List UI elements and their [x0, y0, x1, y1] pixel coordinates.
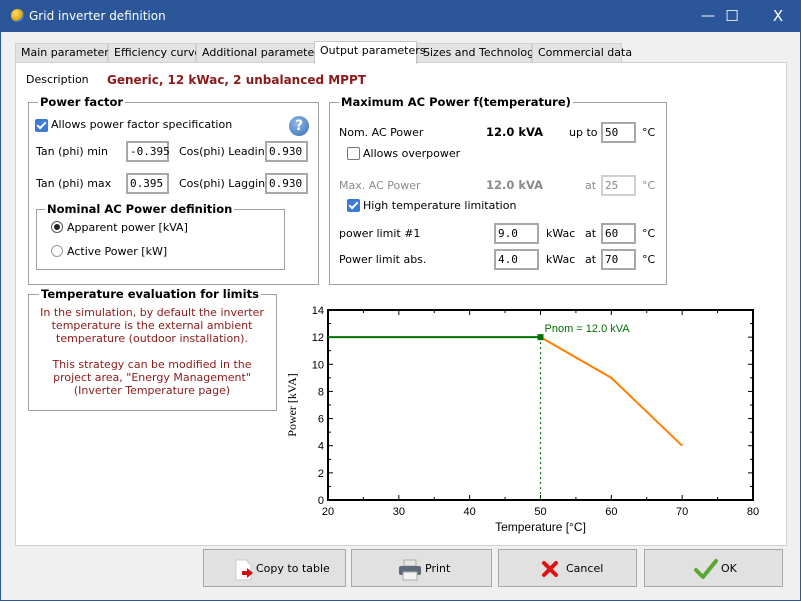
- nom-ac-power-label: Nom. AC Power: [339, 126, 424, 139]
- y-tick-label: 12: [312, 332, 324, 344]
- nom-ac-power-value: 12.0 kVA: [486, 125, 544, 139]
- y-tick-label: 2: [318, 468, 324, 480]
- power-limit-1-unit: kWac: [546, 227, 576, 240]
- print-button[interactable]: Print: [351, 549, 492, 587]
- tab-output-parameters[interactable]: Output parameters: [314, 41, 426, 64]
- app-icon: [11, 9, 24, 22]
- max-ac-power-value: 12.0 kVA: [486, 178, 544, 192]
- at-label: at: [585, 227, 597, 240]
- x-tick-label: 60: [605, 506, 617, 518]
- help-icon[interactable]: ?: [289, 116, 309, 136]
- power-limit-1-input[interactable]: 9.0: [494, 223, 539, 244]
- unit-celsius: °C: [642, 179, 656, 192]
- y-tick-label: 14: [312, 305, 324, 317]
- power-limit-abs-temp-input[interactable]: 70: [601, 249, 636, 270]
- max-temp-input[interactable]: 25: [601, 175, 636, 196]
- printer-icon: [399, 559, 421, 581]
- tab-additional-parameters[interactable]: Additional parameters: [196, 43, 325, 63]
- power-limit-1-temp-input[interactable]: 60: [601, 223, 636, 244]
- nominal-def-title: Nominal AC Power definition: [45, 202, 235, 216]
- y-axis-label: Power [kVA]: [285, 373, 299, 436]
- high-temp-limitation-label: High temperature limitation: [363, 199, 517, 212]
- allow-overpower-checkbox[interactable]: [347, 147, 360, 160]
- cancel-label: Cancel: [566, 562, 604, 575]
- x-tick-label: 50: [534, 506, 546, 518]
- power-limit-abs-unit: kWac: [546, 253, 576, 266]
- tan-max-input[interactable]: 0.395: [126, 173, 169, 194]
- x-tick-label: 20: [322, 506, 334, 518]
- window-title: Grid inverter definition: [29, 9, 166, 23]
- tan-min-label: Tan (phi) min: [36, 145, 108, 158]
- power-temperature-chart: 20 30 40 50 60 70 80 0 2 4 6 8 10 12 14 Temperature [°C…: [281, 299, 781, 544]
- copy-to-table-label: Copy to table: [256, 562, 330, 575]
- tab-main-parameters[interactable]: Main parameters: [15, 43, 115, 63]
- nominal-ac-power-definition-group: Nominal AC Power definition: [36, 202, 285, 270]
- tan-max-label: Tan (phi) max: [36, 177, 112, 190]
- print-label: Print: [425, 562, 451, 575]
- y-tick-label: 8: [318, 386, 324, 398]
- active-power-label: Active Power [kW]: [67, 245, 168, 258]
- tab-efficiency-curve[interactable]: Efficiency curve: [108, 43, 201, 63]
- cos-leading-label: Cos(phi) Leading: [179, 145, 272, 158]
- x-axis-label: Temperature [°C]: [495, 520, 586, 534]
- nom-temp-input[interactable]: 50: [601, 122, 636, 143]
- power-factor-title: Power factor: [38, 95, 126, 109]
- power-limit-1-label: power limit #1: [339, 227, 421, 240]
- temp-eval-note-2: This strategy can be modified in the pro…: [52, 358, 252, 397]
- nominal-point-marker: [537, 334, 544, 341]
- pnom-annotation: Pnom = 12.0 kVA: [545, 323, 631, 335]
- y-tick-label: 6: [318, 414, 324, 426]
- x-tick-label: 40: [464, 506, 476, 518]
- ok-button[interactable]: OK: [644, 549, 783, 587]
- y-tick-label: 4: [318, 441, 324, 453]
- maximize-button[interactable]: ☐: [709, 1, 755, 32]
- y-tick-label: 0: [318, 495, 324, 507]
- apparent-power-label: Apparent power [kVA]: [67, 221, 188, 234]
- cos-lagging-input[interactable]: 0.930: [265, 173, 308, 194]
- active-power-radio[interactable]: [51, 245, 63, 257]
- apparent-power-radio[interactable]: [51, 221, 63, 233]
- high-temp-limitation-checkbox[interactable]: [347, 199, 360, 212]
- unit-celsius: °C: [642, 253, 656, 266]
- tab-commercial-data[interactable]: Commercial data: [532, 43, 632, 63]
- copy-to-table-button[interactable]: Copy to table: [203, 549, 346, 587]
- cancel-x-icon: [542, 561, 558, 577]
- allow-power-factor-label: Allows power factor specification: [51, 118, 233, 131]
- description-label: Description: [26, 73, 89, 86]
- max-at-label: at: [585, 179, 597, 192]
- x-tick-label: 80: [747, 506, 759, 518]
- cos-lagging-label: Cos(phi) Lagging: [179, 177, 273, 190]
- cancel-button[interactable]: Cancel: [498, 549, 637, 587]
- x-tick-label: 70: [676, 506, 688, 518]
- title-bar[interactable]: Grid inverter definition — ☐ X: [1, 1, 800, 32]
- tab-sizes-technology[interactable]: Sizes and Technology: [417, 43, 541, 63]
- unit-celsius: °C: [642, 227, 656, 240]
- close-button[interactable]: X: [755, 1, 801, 32]
- max-ac-title: Maximum AC Power f(temperature): [339, 95, 573, 109]
- max-ac-power-label: Max. AC Power: [339, 179, 421, 192]
- unit-celsius: °C: [642, 126, 656, 139]
- copy-document-icon: [235, 559, 253, 581]
- power-limit-abs-label: Power limit abs.: [339, 253, 427, 266]
- power-limit-abs-input[interactable]: 4.0: [494, 249, 539, 270]
- allow-overpower-label: Allows overpower: [363, 147, 461, 160]
- cos-leading-input[interactable]: 0.930: [265, 141, 308, 162]
- chart-background: [281, 299, 781, 544]
- temp-eval-title: Temperature evaluation for limits: [39, 287, 261, 301]
- temp-eval-note-1: In the simulation, by default the invert…: [40, 306, 264, 345]
- description-value: Generic, 12 kWac, 2 unbalanced MPPT: [107, 73, 366, 87]
- y-tick-label: 10: [312, 359, 324, 371]
- x-tick-label: 30: [393, 506, 405, 518]
- dialog-window: Grid inverter definition — ☐ X Main para…: [0, 0, 801, 601]
- ok-label: OK: [721, 562, 737, 575]
- tan-min-input[interactable]: -0.395: [126, 141, 170, 162]
- up-to-label: up to: [569, 126, 598, 139]
- checkmark-icon: [694, 559, 718, 579]
- allow-power-factor-checkbox[interactable]: [35, 119, 48, 132]
- at-label: at: [585, 253, 597, 266]
